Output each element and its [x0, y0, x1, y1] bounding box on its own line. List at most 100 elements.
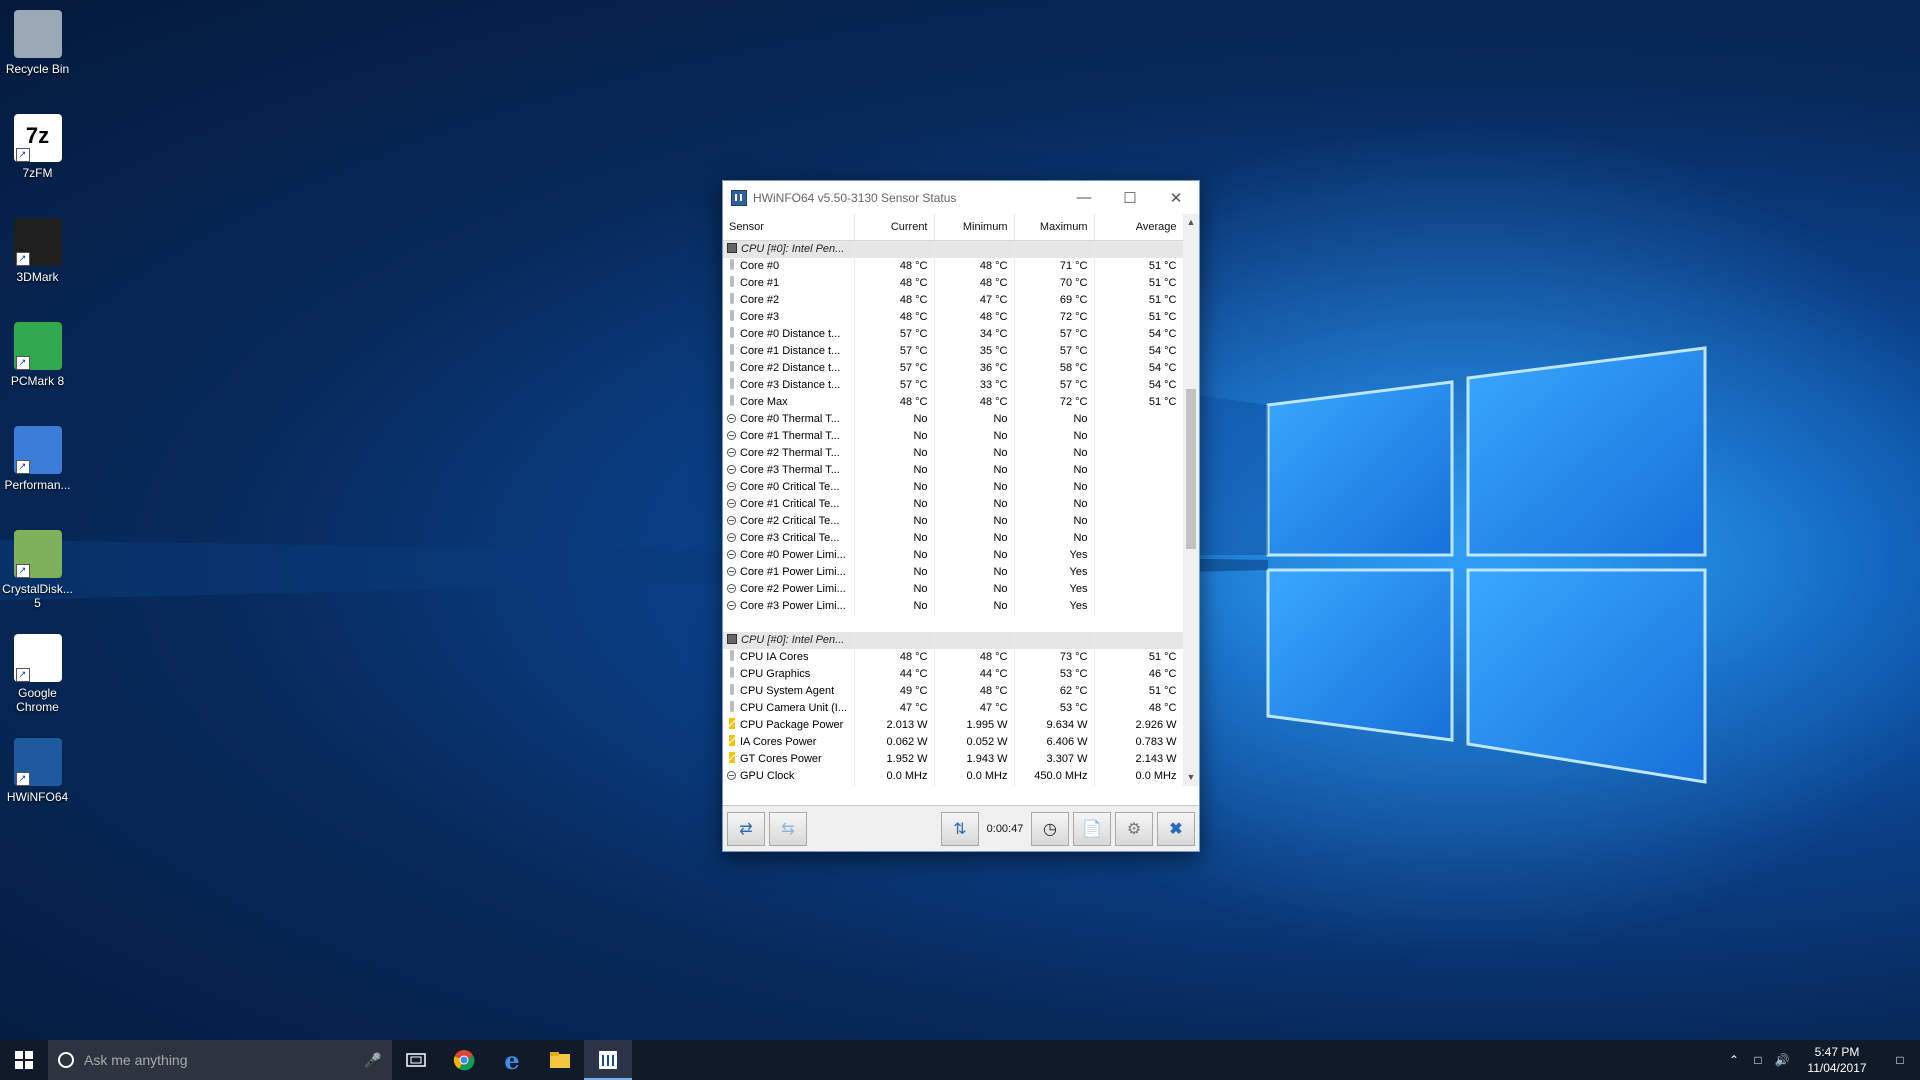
- value-cur: 48 °C: [854, 292, 935, 309]
- power-bolt-icon: [729, 718, 735, 729]
- cortana-search-box[interactable]: Ask me anything 🎤: [48, 1040, 392, 1080]
- settings-button[interactable]: ⚙: [1115, 811, 1153, 846]
- taskbar-clock[interactable]: 5:47 PM 11/04/2017: [1794, 1044, 1880, 1076]
- col-average[interactable]: Average: [1094, 214, 1183, 241]
- sensor-row[interactable]: Core #3 48 °C 48 °C 72 °C 51 °C: [723, 309, 1183, 326]
- sensor-row[interactable]: GT Cores Power 1.952 W 1.943 W 3.307 W 2.143…: [723, 751, 1183, 768]
- taskbar-hwinfo[interactable]: [584, 1040, 632, 1080]
- sensor-row[interactable]: CPU Camera Unit (I... 47 °C 47 °C 53 °C 48 °…: [723, 700, 1183, 717]
- sensor-row[interactable]: Core #1 Power Limi... No No Yes: [723, 564, 1183, 581]
- task-view-button[interactable]: [392, 1040, 440, 1080]
- minimize-button[interactable]: —: [1061, 181, 1107, 214]
- shortcut-arrow-icon: ↗: [15, 460, 30, 474]
- sensor-name: Core #2 Critical Te...: [740, 515, 840, 527]
- taskbar-edge[interactable]: e: [488, 1040, 536, 1080]
- value-min: 200.0 MHz: [934, 785, 1015, 786]
- sensor-name: Core #2: [740, 294, 780, 306]
- value-avg: 51 °C: [1094, 649, 1183, 666]
- close-sensors-button[interactable]: ✖: [1157, 811, 1195, 846]
- sensor-grid[interactable]: Sensor Current Minimum Maximum Average C…: [723, 214, 1183, 786]
- show-hidden-icons-chevron-icon[interactable]: ⌃: [1722, 1053, 1746, 1067]
- sensor-row[interactable]: IA Cores Power 0.062 W 0.052 W 6.406 W 0.783…: [723, 734, 1183, 751]
- maximize-button[interactable]: ☐: [1107, 181, 1153, 214]
- sensor-name: IA Cores Power: [740, 736, 817, 748]
- clock-reset-button[interactable]: ◷: [1031, 811, 1069, 846]
- logging-button[interactable]: 📄: [1073, 811, 1111, 846]
- desktop-icon-4[interactable]: ↗ Performan...: [0, 420, 75, 492]
- scroll-thumb[interactable]: [1186, 389, 1196, 549]
- value-min: No: [934, 428, 1015, 445]
- network-icon[interactable]: □: [1746, 1053, 1770, 1067]
- shortcut-arrow-icon: ↗: [15, 564, 30, 578]
- col-current[interactable]: Current: [854, 214, 935, 241]
- scroll-down-arrow[interactable]: ▼: [1183, 769, 1199, 786]
- status-circle-icon: [727, 550, 736, 559]
- start-button[interactable]: [0, 1040, 48, 1080]
- arrows-collapse-button[interactable]: ⇄: [727, 811, 765, 846]
- value-max: 71 °C: [1014, 258, 1095, 275]
- sensor-group-row[interactable]: CPU [#0]: Intel Pen...: [723, 240, 1183, 258]
- desktop-icon-2[interactable]: ↗ 3DMark: [0, 212, 75, 284]
- sensor-row[interactable]: GPU Clock 0.0 MHz 0.0 MHz 450.0 MHz 0.0 MHz: [723, 768, 1183, 785]
- vertical-scrollbar[interactable]: ▲ ▼: [1183, 214, 1199, 786]
- sensor-row[interactable]: Core #2 Power Limi... No No Yes: [723, 581, 1183, 598]
- value-min: No: [934, 598, 1015, 615]
- taskbar-chrome[interactable]: [440, 1040, 488, 1080]
- sensor-row[interactable]: Core #1 48 °C 48 °C 70 °C 51 °C: [723, 275, 1183, 292]
- value-avg: 51 °C: [1094, 394, 1183, 411]
- sensor-row[interactable]: Core #1 Critical Te... No No No: [723, 496, 1183, 513]
- value-max: Yes: [1014, 581, 1095, 598]
- sensor-row[interactable]: Core #1 Distance t... 57 °C 35 °C 57 °C 54 °…: [723, 343, 1183, 360]
- spacer-row: [723, 615, 1183, 632]
- sensor-row[interactable]: CPU Graphics 44 °C 44 °C 53 °C 46 °C: [723, 666, 1183, 683]
- hwinfo-sensor-window[interactable]: HWiNFO64 v5.50-3130 Sensor Status — ☐ ✕ …: [722, 180, 1200, 852]
- sensor-group-row[interactable]: CPU [#0]: Intel Pen...: [723, 632, 1183, 649]
- sensor-name: GT Cores Power: [740, 753, 822, 765]
- window-title: HWiNFO64 v5.50-3130 Sensor Status: [753, 190, 957, 205]
- action-center-icon[interactable]: □: [1880, 1053, 1920, 1067]
- microphone-icon[interactable]: 🎤: [364, 1052, 392, 1069]
- desktop-icon-6[interactable]: ↗ Google Chrome: [0, 628, 75, 714]
- sensor-row[interactable]: CPU System Agent 49 °C 48 °C 62 °C 51 °C: [723, 683, 1183, 700]
- value-min: No: [934, 411, 1015, 428]
- sensor-row[interactable]: Core #0 Critical Te... No No No: [723, 479, 1183, 496]
- sensor-row[interactable]: Core #3 Thermal T... No No No: [723, 462, 1183, 479]
- sensor-row[interactable]: Core #2 Distance t... 57 °C 36 °C 58 °C 54 °…: [723, 360, 1183, 377]
- sensor-row[interactable]: Core #2 Thermal T... No No No: [723, 445, 1183, 462]
- desktop-icon-0[interactable]: Recycle Bin: [0, 4, 75, 76]
- sensor-row[interactable]: Core #0 Thermal T... No No No: [723, 411, 1183, 428]
- sensor-row[interactable]: Core #0 48 °C 48 °C 71 °C 51 °C: [723, 258, 1183, 275]
- sensor-row[interactable]: Core #3 Power Limi... No No Yes: [723, 598, 1183, 615]
- sensor-row[interactable]: CPU Package Power 2.013 W 1.995 W 9.634 W 2.…: [723, 717, 1183, 734]
- sensor-row[interactable]: Imaging Unit (IMGU...200.0 MHz200.0 MHz2…: [723, 785, 1183, 786]
- value-avg: [1094, 496, 1183, 513]
- col-minimum[interactable]: Minimum: [934, 214, 1015, 241]
- sensor-row[interactable]: Core #2 Critical Te... No No No: [723, 513, 1183, 530]
- value-max: Yes: [1014, 564, 1095, 581]
- desktop-icon-5[interactable]: ↗ CrystalDisk... 5: [0, 524, 75, 610]
- sensor-row[interactable]: Core #0 Distance t... 57 °C 34 °C 57 °C 54 °…: [723, 326, 1183, 343]
- col-maximum[interactable]: Maximum: [1014, 214, 1095, 241]
- sensor-row[interactable]: Core Max 48 °C 48 °C 72 °C 51 °C: [723, 394, 1183, 411]
- scroll-up-arrow[interactable]: ▲: [1183, 214, 1199, 231]
- title-bar[interactable]: HWiNFO64 v5.50-3130 Sensor Status — ☐ ✕: [723, 181, 1199, 214]
- desktop-icon-1[interactable]: 7z ↗ 7zFM: [0, 108, 75, 180]
- value-min: No: [934, 462, 1015, 479]
- sensor-row[interactable]: Core #0 Power Limi... No No Yes: [723, 547, 1183, 564]
- sensor-row[interactable]: Core #1 Thermal T... No No No: [723, 428, 1183, 445]
- taskbar-file-explorer[interactable]: [536, 1040, 584, 1080]
- sensor-row[interactable]: Core #3 Distance t... 57 °C 33 °C 57 °C 54 °…: [723, 377, 1183, 394]
- sensor-row[interactable]: Core #3 Critical Te... No No No: [723, 530, 1183, 547]
- col-sensor[interactable]: Sensor: [723, 214, 855, 241]
- sensor-row[interactable]: CPU IA Cores 48 °C 48 °C 73 °C 51 °C: [723, 649, 1183, 666]
- clock-date: 11/04/2017: [1807, 1061, 1867, 1075]
- desktop-icon-7[interactable]: ↗ HWiNFO64: [0, 732, 75, 804]
- desktop-icon-3[interactable]: ↗ PCMark 8: [0, 316, 75, 388]
- sensor-row[interactable]: Core #2 48 °C 47 °C 69 °C 51 °C: [723, 292, 1183, 309]
- status-circle-icon: [727, 465, 736, 474]
- close-button[interactable]: ✕: [1153, 181, 1199, 214]
- volume-icon[interactable]: 🔊: [1770, 1053, 1794, 1067]
- value-avg: 46 °C: [1094, 666, 1183, 683]
- arrows-expand-button[interactable]: ⇆: [769, 811, 807, 846]
- network-monitor-button[interactable]: ⇅: [941, 811, 979, 846]
